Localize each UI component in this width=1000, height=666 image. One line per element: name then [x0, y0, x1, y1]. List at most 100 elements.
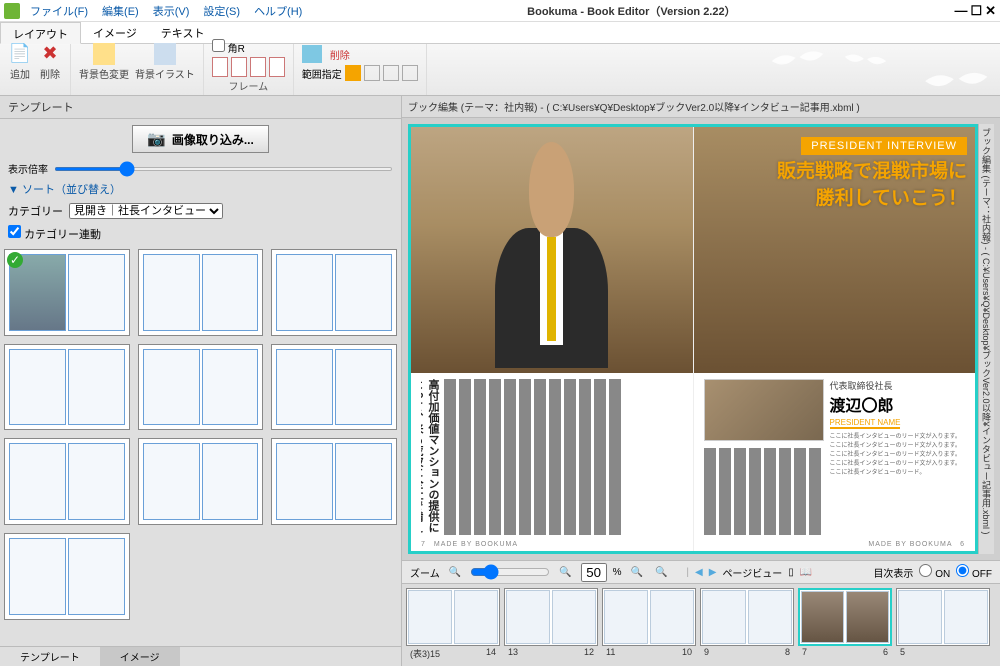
range-delete-button[interactable]: 削除: [330, 47, 350, 62]
footer-tab-image[interactable]: イメージ: [100, 647, 180, 666]
menu-edit[interactable]: 編集(E): [96, 1, 145, 21]
zoom-slider[interactable]: [470, 564, 550, 580]
tab-image[interactable]: イメージ: [81, 22, 149, 43]
zoom-reset-icon[interactable]: 🔍: [652, 567, 670, 578]
ribbon-decor-icon: [740, 44, 1000, 96]
import-images-button[interactable]: 📷 画像取り込み...: [132, 125, 269, 153]
minimize-button[interactable]: —: [954, 3, 967, 19]
ribbon-tabs: レイアウト イメージ テキスト: [0, 22, 1000, 44]
left-footer-tabs: テンプレート イメージ: [0, 646, 401, 666]
bgcolor-icon: [93, 43, 115, 65]
editor-panel: ブック編集 (テーマ：社内報) - ( C:¥Users¥Q¥Desktop¥ブ…: [402, 96, 1000, 666]
menu-file[interactable]: ファイル(F): [24, 1, 94, 21]
pageview-spread-icon[interactable]: 📖: [800, 567, 812, 578]
prev-page-button[interactable]: ◀: [695, 567, 703, 578]
president-profile[interactable]: 代表取締役社長 渡辺〇郎 PRESIDENT NAME ここに社長インタビューの…: [830, 379, 966, 535]
filmstrip-thumb[interactable]: 98: [700, 588, 794, 657]
page-left[interactable]: 高付加価値マンションの提供によって、来る荒波に全社で備えよう！ 7 MADE B…: [411, 127, 693, 551]
category-label: カテゴリー: [8, 203, 63, 219]
frame-style-2[interactable]: [231, 57, 247, 77]
menu-view[interactable]: 表示(V): [147, 1, 196, 21]
range-opt-3[interactable]: [383, 65, 399, 81]
headline-box[interactable]: PRESIDENT INTERVIEW 販売戦略で混戦市場に勝利していこう！: [777, 137, 967, 212]
footer-tab-template[interactable]: テンプレート: [0, 647, 100, 666]
template-thumb[interactable]: [271, 344, 397, 431]
window-title: Bookuma - Book Editor（Version 2.22）: [308, 3, 954, 19]
toc-off-radio[interactable]: OFF: [956, 564, 992, 580]
template-thumb[interactable]: [271, 438, 397, 525]
filmstrip-thumb[interactable]: 5: [896, 588, 990, 657]
range-label: 範囲指定: [302, 66, 342, 81]
zoom-value-input[interactable]: [581, 563, 607, 582]
toc-on-radio[interactable]: ON: [919, 564, 950, 580]
next-page-button[interactable]: ▶: [709, 567, 717, 578]
add-button[interactable]: 📄追加: [8, 41, 32, 81]
book-header: ブック編集 (テーマ：社内報) - ( C:¥Users¥Q¥Desktop¥ブ…: [402, 96, 1000, 118]
template-thumb[interactable]: [138, 438, 264, 525]
zoom-fit-icon[interactable]: 🔍: [628, 567, 646, 578]
bgcolor-button[interactable]: 背景色変更: [79, 43, 129, 81]
app-logo-icon: [4, 3, 20, 19]
template-grid: [0, 245, 401, 646]
template-thumb[interactable]: [4, 438, 130, 525]
frame-group-label: フレーム: [228, 78, 268, 93]
filmstrip-thumb[interactable]: 76: [798, 588, 892, 657]
range-opt-4[interactable]: [402, 65, 418, 81]
maximize-button[interactable]: ☐: [970, 3, 982, 19]
menu-help[interactable]: ヘルプ(H): [248, 1, 308, 21]
corner-r-checkbox[interactable]: 角R: [212, 39, 245, 55]
page-right[interactable]: PRESIDENT INTERVIEW 販売戦略で混戦市場に勝利していこう！: [693, 127, 976, 551]
template-thumb[interactable]: [138, 249, 264, 336]
add-page-icon: 📄: [8, 41, 32, 65]
page-filmstrip: (表3)1514 1312 1110 98 76 5: [402, 584, 1000, 666]
filmstrip-thumb[interactable]: 1312: [504, 588, 598, 657]
filmstrip-thumb[interactable]: (表3)1514: [406, 588, 500, 660]
ribbon: 📄追加 ✖削除 背景色変更 背景イラスト 角R フレーム 削除: [0, 44, 1000, 96]
cat-photo[interactable]: [704, 379, 824, 441]
template-thumb[interactable]: [4, 344, 130, 431]
sort-toggle[interactable]: ▼ ソート（並び替え）: [0, 178, 401, 200]
category-link-checkbox[interactable]: カテゴリー連動: [8, 229, 101, 241]
toc-label: 目次表示: [873, 565, 913, 580]
range-tool-icon[interactable]: [302, 45, 322, 63]
president-role: 代表取締役社長: [830, 379, 966, 392]
article-body-right[interactable]: [704, 448, 824, 535]
filmstrip-thumb[interactable]: 1110: [602, 588, 696, 657]
zoom-in-icon[interactable]: 🔍: [556, 567, 574, 578]
president-name: 渡辺〇郎: [830, 392, 966, 416]
page-footer-right: MADE BY BOOKUMA 6: [868, 539, 965, 549]
frame-style-1[interactable]: [212, 57, 228, 77]
headline-text[interactable]: 販売戦略で混戦市場に勝利していこう！: [777, 159, 967, 212]
template-zoom-slider[interactable]: [54, 167, 393, 171]
tab-text[interactable]: テキスト: [149, 22, 217, 43]
pageview-single-icon[interactable]: ▯: [788, 567, 794, 578]
zoom-label: 表示倍率: [8, 161, 48, 176]
frame-style-3[interactable]: [250, 57, 266, 77]
close-button[interactable]: ✕: [985, 3, 996, 19]
delete-page-icon: ✖: [38, 41, 62, 65]
president-name-en: PRESIDENT NAME: [830, 418, 901, 429]
title-bar: ファイル(F) 編集(E) 表示(V) 設定(S) ヘルプ(H) Bookuma…: [0, 0, 1000, 22]
template-thumb[interactable]: [4, 533, 130, 620]
article-body-left[interactable]: 高付加価値マンションの提供によって、来る荒波に全社で備えよう！: [421, 379, 683, 535]
menu-settings[interactable]: 設定(S): [197, 1, 246, 21]
pageview-label: ページビュー: [722, 565, 782, 580]
president-bio: ここに社長インタビューのリード文が入ります。ここに社長インタビューのリード文が入…: [830, 433, 966, 478]
delete-button[interactable]: ✖削除: [38, 41, 62, 81]
template-thumb[interactable]: [271, 249, 397, 336]
frame-style-4[interactable]: [269, 57, 285, 77]
category-select[interactable]: 見開き｜社長インタビュー: [69, 203, 223, 219]
page-footer-left: 7 MADE BY BOOKUMA: [421, 539, 518, 549]
template-panel-title: テンプレート: [0, 96, 401, 119]
hero-photo[interactable]: [411, 127, 693, 373]
zoom-label: ズーム: [410, 565, 440, 580]
template-thumb[interactable]: [138, 344, 264, 431]
range-opt-1[interactable]: [345, 65, 361, 81]
camera-icon: 📷: [147, 130, 166, 148]
template-thumb[interactable]: [4, 249, 130, 336]
page-spread[interactable]: 高付加価値マンションの提供によって、来る荒波に全社で備えよう！ 7 MADE B…: [408, 124, 978, 554]
range-opt-2[interactable]: [364, 65, 380, 81]
interview-label: PRESIDENT INTERVIEW: [801, 137, 967, 155]
bgillust-button[interactable]: 背景イラスト: [135, 43, 195, 81]
zoom-out-icon[interactable]: 🔍: [446, 567, 464, 578]
